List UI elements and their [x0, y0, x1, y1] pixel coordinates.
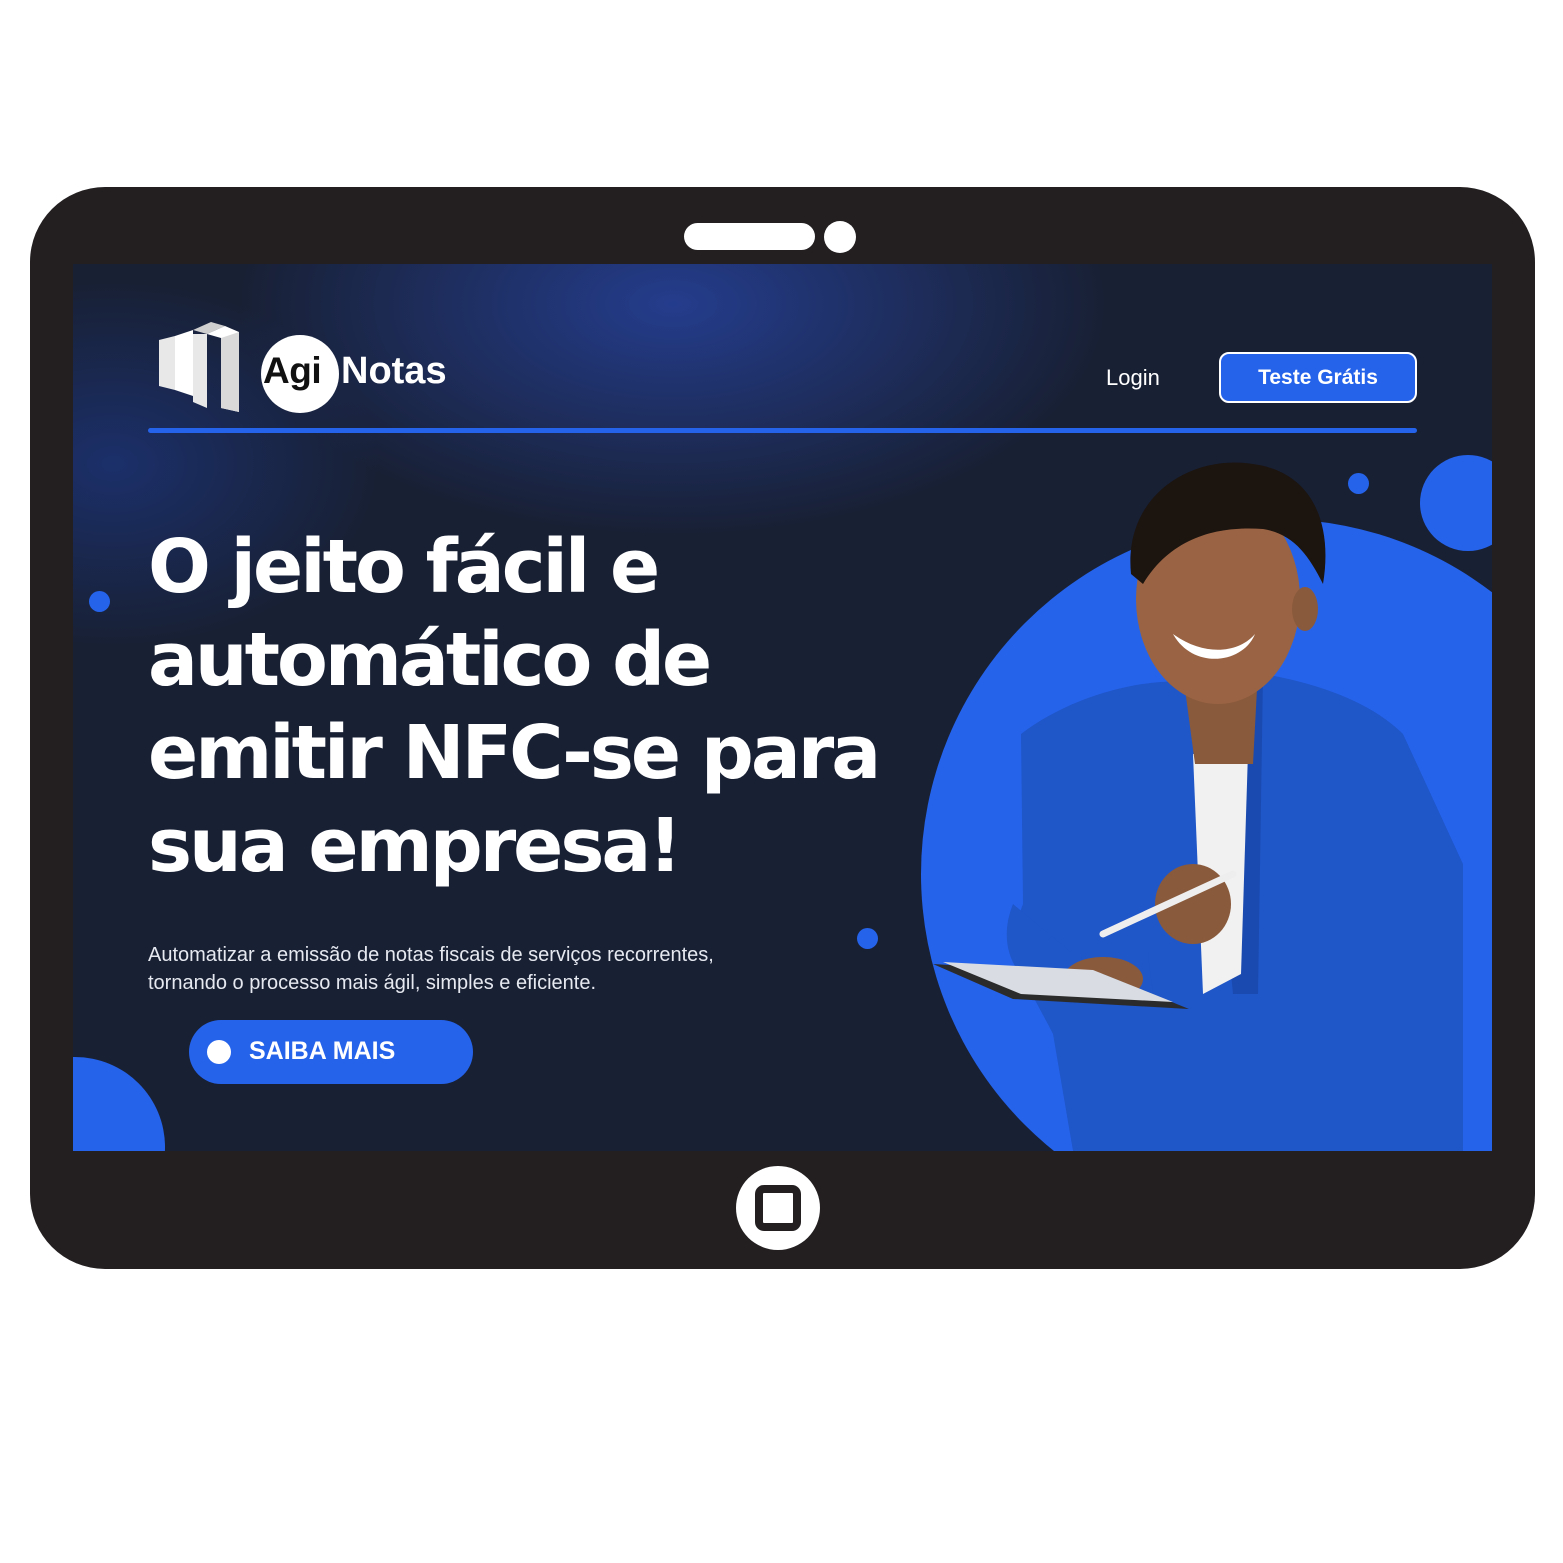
- subtitle-line: tornando o processo mais ágil, simples e…: [148, 972, 597, 994]
- building-logo-icon[interactable]: [159, 314, 243, 412]
- logo-text-notas: Notas: [341, 350, 447, 392]
- logo-text-agi: Agi: [263, 350, 322, 391]
- free-trial-button[interactable]: Teste Grátis: [1219, 352, 1417, 403]
- hero-subtitle: Automatizar a emissão de notas fiscais d…: [148, 941, 868, 997]
- headline-line: sua empresa!: [148, 803, 682, 889]
- learn-more-label: SAIBA MAIS: [249, 1037, 396, 1065]
- dot-icon: [207, 1040, 231, 1064]
- header-divider: [148, 428, 1417, 433]
- headline-line: emitir NFC-se para: [148, 710, 881, 796]
- learn-more-button[interactable]: SAIBA MAIS: [189, 1020, 473, 1084]
- camera-icon: [824, 221, 856, 253]
- subtitle-line: Automatizar a emissão de notas fiscais d…: [148, 944, 714, 966]
- headline-line: automático de: [148, 617, 712, 703]
- decor-circle-bottom-left: [73, 1057, 165, 1151]
- headline-line: O jeito fácil e: [148, 524, 660, 610]
- hero-headline: O jeito fácil e automático de emitir NFC…: [148, 521, 948, 893]
- login-link[interactable]: Login: [1106, 365, 1160, 391]
- decor-dot-left: [89, 591, 110, 612]
- home-button-icon[interactable]: [736, 1166, 820, 1250]
- speaker-grille: [684, 223, 815, 250]
- website-screen: Agi Notas Login Teste Grátis O jeito fác…: [73, 264, 1492, 1151]
- hero-person-photo: [933, 462, 1463, 1151]
